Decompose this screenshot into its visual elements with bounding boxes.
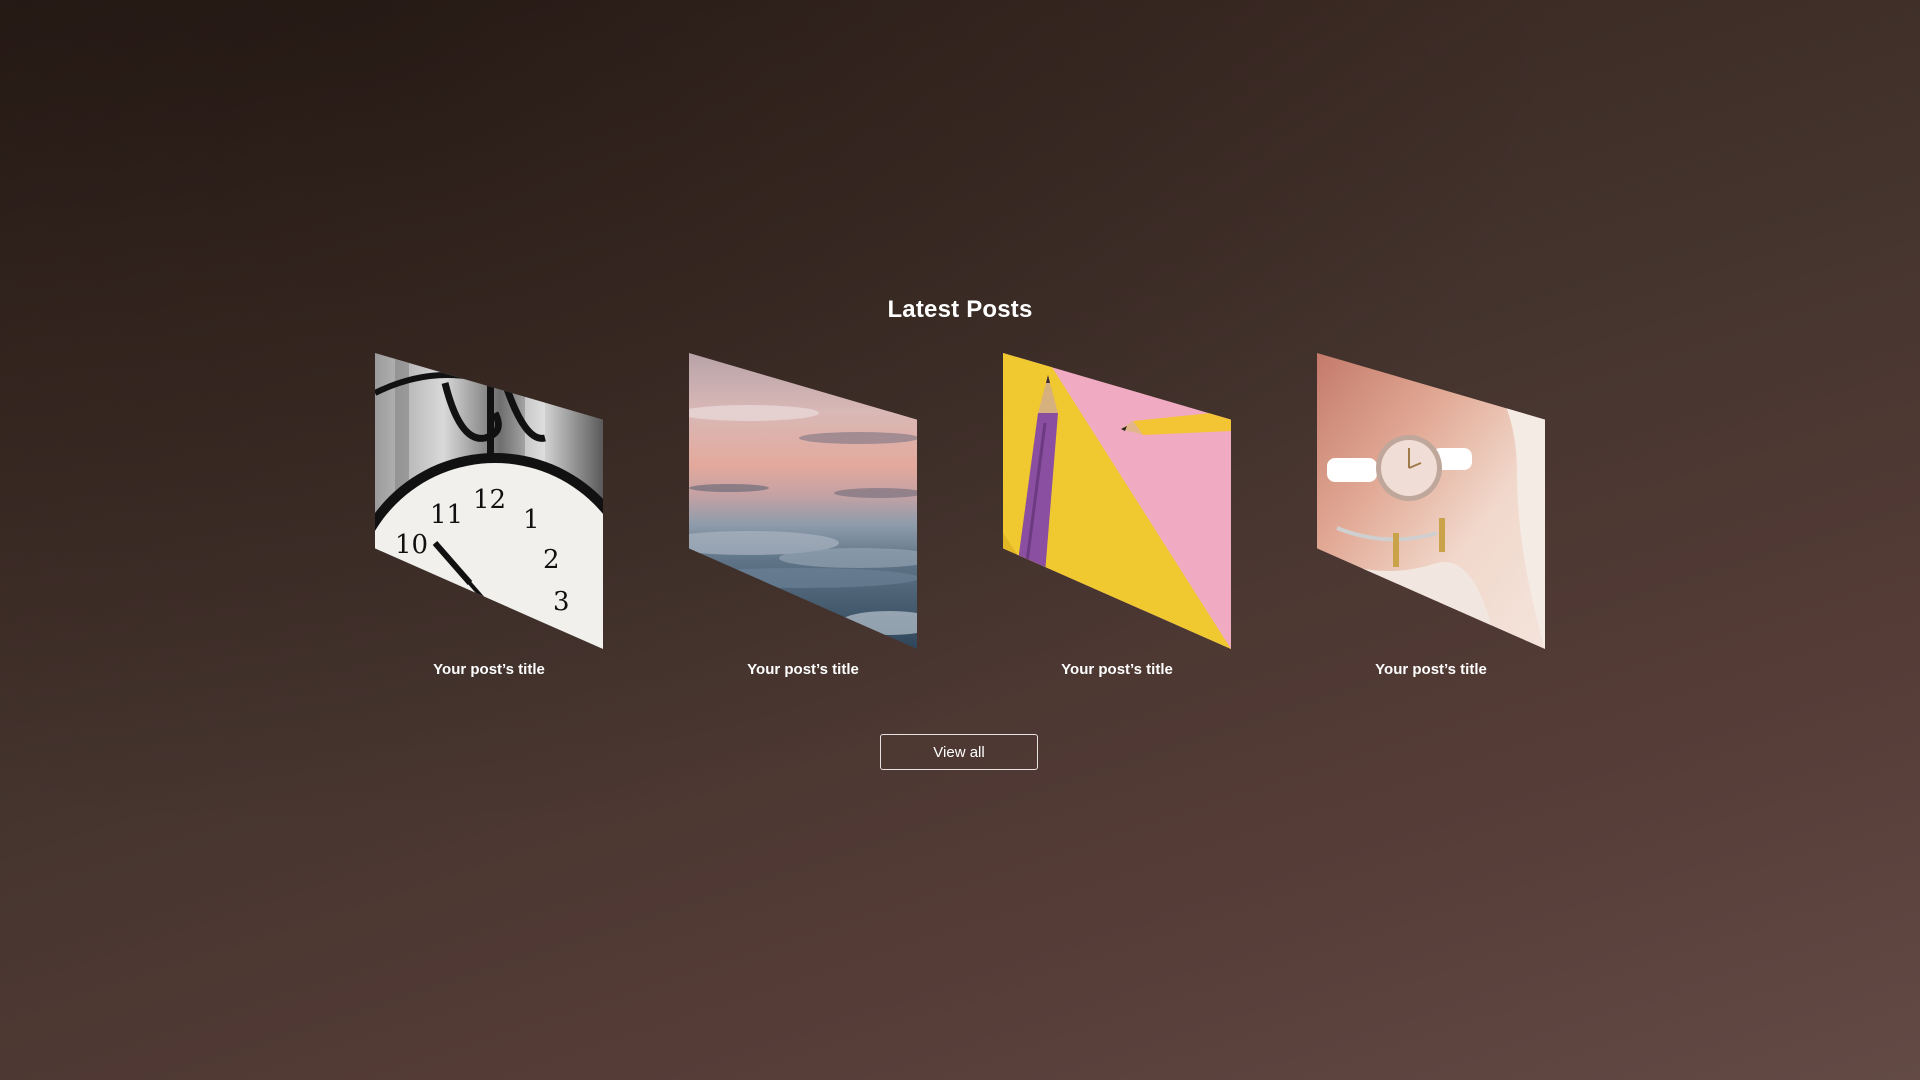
post-image-clouds[interactable] bbox=[689, 353, 917, 649]
post-card[interactable]: 11 12 1 10 2 9 3 Your post’s title bbox=[375, 353, 603, 683]
post-card[interactable]: Your post’s title bbox=[1003, 353, 1231, 683]
post-image-pencils[interactable] bbox=[1003, 353, 1231, 649]
clock-photo: 11 12 1 10 2 9 3 bbox=[375, 353, 603, 649]
post-title[interactable]: Your post’s title bbox=[375, 661, 603, 678]
clouds-sunset-photo bbox=[689, 353, 917, 649]
wristwatch-photo bbox=[1317, 353, 1545, 649]
svg-text:12: 12 bbox=[473, 485, 506, 515]
post-image-wristwatch[interactable] bbox=[1317, 353, 1545, 649]
section-title: Latest Posts bbox=[887, 296, 1033, 323]
svg-text:10: 10 bbox=[395, 530, 428, 560]
posts-list: 11 12 1 10 2 9 3 Your post’s title Your … bbox=[375, 353, 1545, 683]
svg-text:11: 11 bbox=[430, 500, 463, 530]
svg-text:1: 1 bbox=[523, 505, 540, 535]
svg-text:3: 3 bbox=[553, 587, 570, 617]
view-all-button[interactable]: View all bbox=[880, 734, 1038, 770]
post-title[interactable]: Your post’s title bbox=[1003, 661, 1231, 678]
post-card[interactable]: Your post’s title bbox=[1317, 353, 1545, 683]
post-title[interactable]: Your post’s title bbox=[689, 661, 917, 678]
post-card[interactable]: Your post’s title bbox=[689, 353, 917, 683]
post-title[interactable]: Your post’s title bbox=[1317, 661, 1545, 678]
post-image-clock[interactable]: 11 12 1 10 2 9 3 bbox=[375, 353, 603, 649]
svg-text:9: 9 bbox=[380, 570, 397, 600]
pencils-photo bbox=[1003, 353, 1231, 649]
svg-text:2: 2 bbox=[543, 545, 560, 575]
